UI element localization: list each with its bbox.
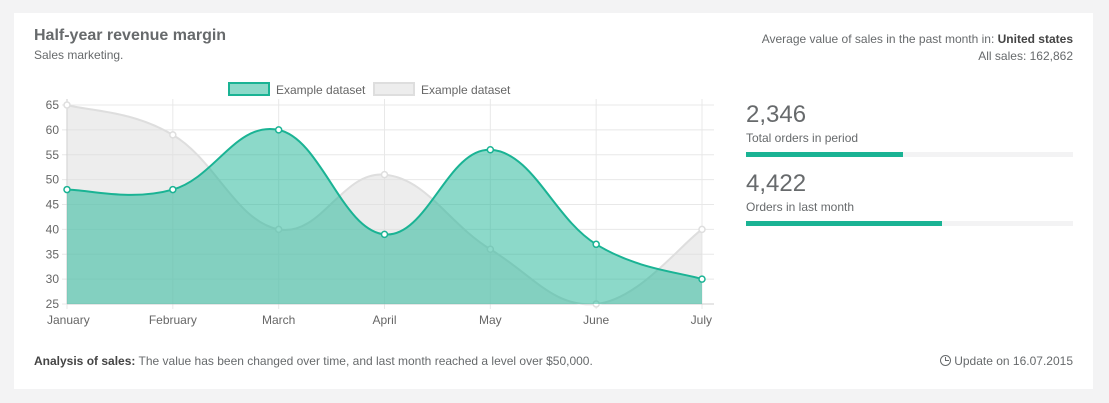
progress-track [746, 152, 1073, 157]
data-point [63, 185, 71, 194]
data-point [380, 230, 389, 239]
y-tick-label: 30 [46, 272, 60, 286]
x-tick-label: April [372, 313, 396, 327]
data-point [380, 170, 389, 179]
progress-bar [746, 221, 943, 226]
avg-sales-region: United states [997, 32, 1073, 46]
analysis-label: Analysis of sales: [34, 354, 136, 368]
avg-sales-line: Average value of sales in the past month… [762, 31, 1073, 48]
data-point [63, 101, 71, 109]
progress-track [746, 221, 1073, 226]
x-tick-label: January [47, 313, 90, 327]
y-tick-label: 65 [46, 98, 60, 112]
y-tick-label: 45 [46, 198, 60, 212]
update-note: Update on 16.07.2015 [940, 354, 1073, 368]
stat-value: 2,346 [746, 101, 807, 128]
sales-summary: Average value of sales in the past month… [762, 31, 1073, 65]
x-tick-label: May [479, 313, 502, 327]
x-tick-label: March [262, 313, 295, 327]
data-point [592, 240, 600, 249]
update-text: Update on 16.07.2015 [954, 354, 1073, 368]
data-point [169, 185, 177, 194]
y-tick-label: 50 [46, 173, 60, 187]
y-tick-label: 35 [46, 247, 60, 261]
data-point [698, 225, 706, 234]
avg-sales-prefix: Average value of sales in the past month… [761, 32, 998, 46]
clock-icon [940, 355, 952, 366]
stat-total-orders: 2,346 Total orders in period [746, 101, 1073, 157]
all-sales: All sales: 162,862 [978, 49, 1073, 63]
analysis-note: Analysis of sales: The value has been ch… [34, 354, 593, 368]
progress-bar [746, 152, 903, 157]
stat-label: Total orders in period [746, 131, 859, 145]
data-point [169, 131, 177, 139]
revenue-chart: 25 30 35 40 45 50 55 60 65 January February March Ap… [46, 82, 714, 327]
legend-swatch [373, 82, 415, 96]
y-tick-label: 60 [46, 123, 60, 137]
y-tick-label: 25 [46, 297, 60, 311]
y-tick-label: 55 [46, 148, 60, 162]
chart-panel: Half-year revenue margin Sales marketing… [14, 13, 1093, 389]
x-tick-label: July [691, 313, 712, 327]
x-tick-label: June [583, 313, 609, 327]
y-tick-label: 40 [46, 222, 60, 236]
data-point [274, 126, 283, 134]
data-point [486, 146, 495, 154]
legend-label: Example dataset [276, 83, 366, 97]
legend-label: Example dataset [421, 83, 511, 97]
data-point [698, 275, 706, 283]
x-tick-label: February [149, 313, 197, 327]
legend-swatch [228, 82, 270, 96]
analysis-text: The value has been changed over time, an… [135, 354, 593, 368]
stat-orders-last-month: 4,422 Orders in last month [746, 170, 1073, 226]
stat-label: Orders in last month [746, 200, 855, 214]
stat-value: 4,422 [746, 170, 807, 197]
